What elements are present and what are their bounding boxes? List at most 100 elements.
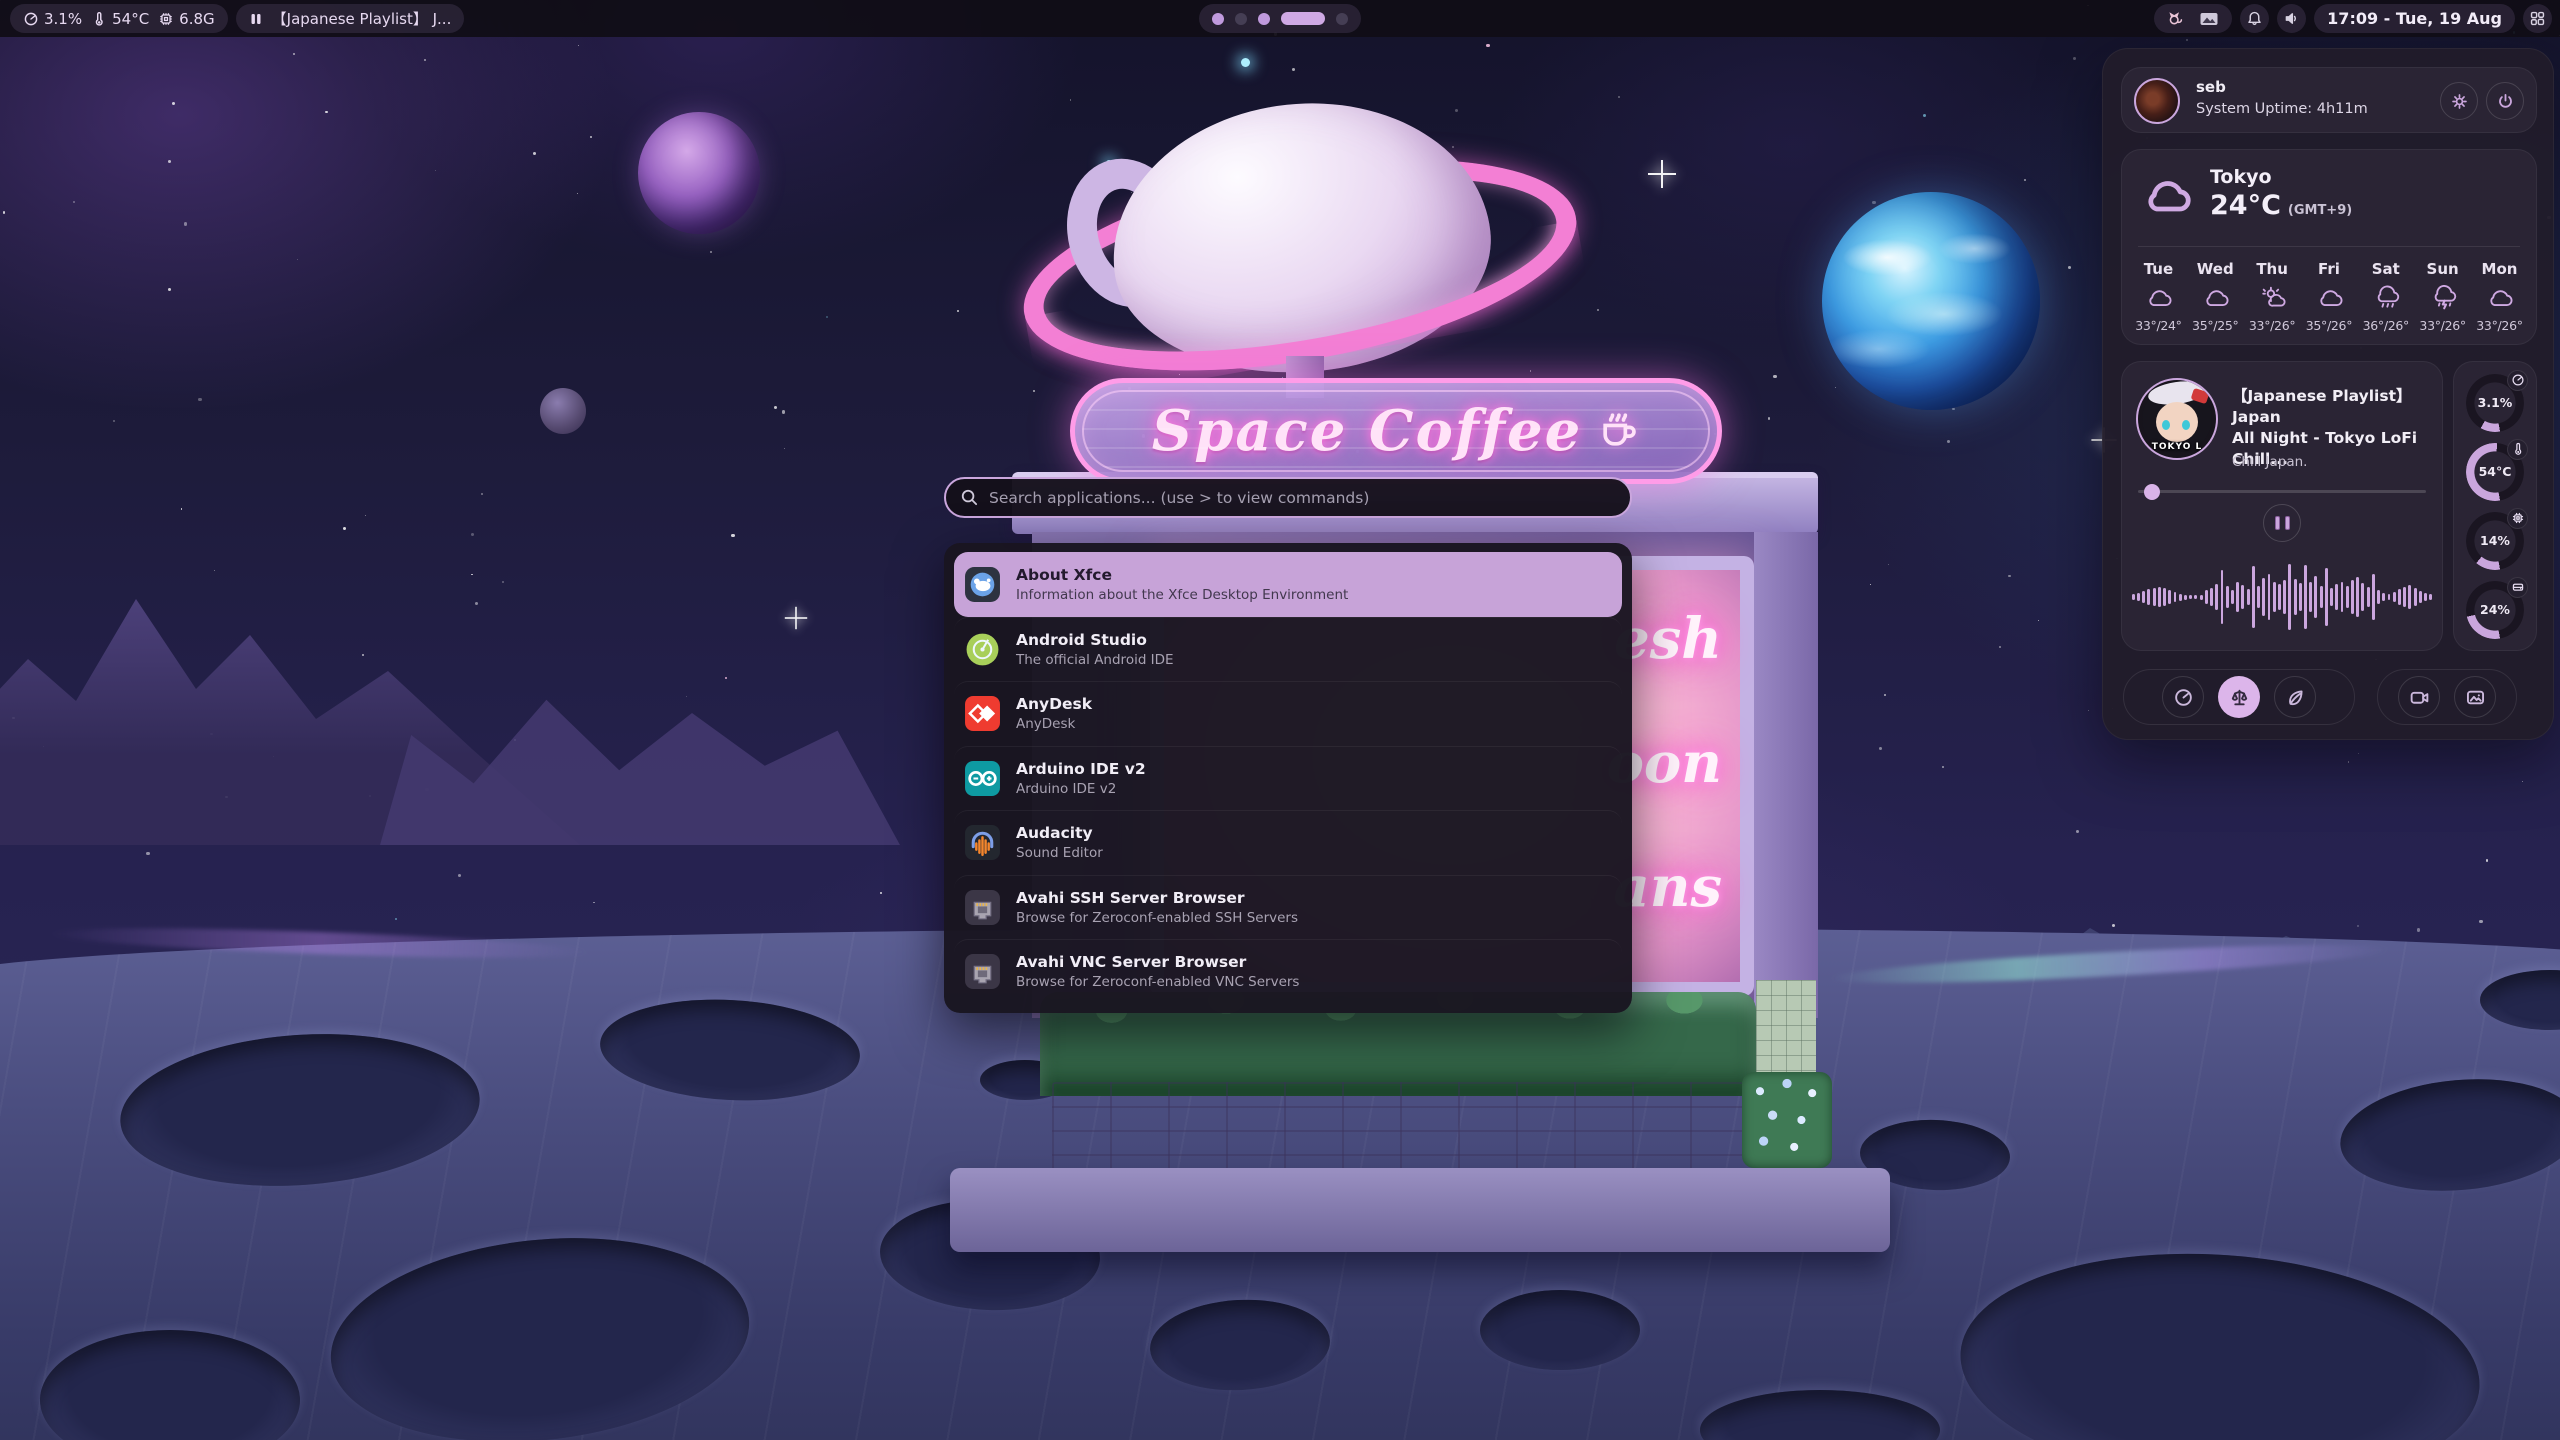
system-uptime: System Uptime: 4h11m [2196, 101, 2368, 117]
app-title: Audacity [1016, 824, 1103, 842]
power-button[interactable] [2486, 82, 2524, 120]
forecast-temps: 33°/26° [2419, 318, 2465, 333]
memory-stat: 6.8G [158, 10, 214, 28]
app-grid-icon [2529, 10, 2546, 27]
forecast-temps: 33°/24° [2135, 318, 2181, 333]
workspace-dot-4[interactable] [1281, 12, 1325, 25]
clock-label: 17:09 - Tue, 19 Aug [2327, 9, 2502, 28]
forecast-temps: 36°/26° [2363, 318, 2409, 333]
scales-button[interactable] [2218, 676, 2260, 718]
search-input[interactable] [989, 489, 1616, 507]
app-row-avahi-ssh-server-browser[interactable]: Avahi SSH Server Browser Browse for Zero… [954, 875, 1622, 940]
app-description: Information about the Xfce Desktop Envir… [1016, 587, 1348, 603]
space-coffee-sign: Space Coffee [1070, 378, 1722, 484]
progress-handle[interactable] [2144, 484, 2160, 500]
app-description: AnyDesk [1016, 716, 1092, 732]
app-row-arduino-ide-v2[interactable]: Arduino IDE v2 Arduino IDE v2 [954, 746, 1622, 811]
now-playing-label: 【Japanese Playlist】 J... [272, 8, 452, 29]
disk-icon [2507, 577, 2528, 598]
app-title: Avahi VNC Server Browser [1016, 953, 1299, 971]
app-row-anydesk[interactable]: AnyDesk AnyDesk [954, 681, 1622, 746]
system-gauges-card: 3.1% 54°C 14% 24% [2453, 361, 2537, 651]
app-description: Arduino IDE v2 [1016, 781, 1146, 797]
album-art[interactable]: TOKYO L [2136, 378, 2218, 460]
app-row-avahi-vnc-server-browser[interactable]: Avahi VNC Server Browser Browse for Zero… [954, 939, 1622, 1004]
progress-bar[interactable] [2138, 490, 2426, 493]
forecast-day-label: Thu [2256, 260, 2288, 278]
forecast-day-tue: Tue 33°/24° [2135, 256, 2181, 334]
forecast-temps: 33°/26° [2476, 318, 2522, 333]
forecast-day-label: Fri [2318, 260, 2340, 278]
volume-button[interactable] [2277, 4, 2306, 33]
system-stats-pill[interactable]: 3.1% 54°C 6.8G [10, 4, 228, 33]
temp-stat: 54°C [91, 10, 149, 28]
pet-cat-icon[interactable] [2167, 10, 2185, 28]
anydesk-app-icon [964, 695, 1001, 732]
cpu-stat: 3.1% [23, 10, 82, 28]
app-description: Sound Editor [1016, 845, 1103, 861]
workspace-dot-3[interactable] [1258, 13, 1270, 25]
capture-group [2377, 669, 2517, 725]
clock[interactable]: 17:09 - Tue, 19 Aug [2314, 4, 2515, 33]
user-name: seb [2196, 78, 2226, 96]
forecast-temps: 35°/26° [2306, 318, 2352, 333]
image-button[interactable] [2454, 676, 2496, 718]
sidebar-panel: seb System Uptime: 4h11m Tokyo 24°C(GMT+… [2102, 48, 2554, 740]
xfce-app-icon [964, 566, 1001, 603]
forecast-day-label: Mon [2482, 260, 2518, 278]
avahi-app-icon [964, 953, 1001, 990]
leaf-button[interactable] [2274, 676, 2316, 718]
workspace-dot-1[interactable] [1212, 13, 1224, 25]
speedometer-icon [23, 11, 39, 27]
thermometer-icon [91, 11, 107, 27]
scales-icon [2229, 687, 2250, 708]
settings-button[interactable] [2440, 82, 2478, 120]
shop-platform [950, 1168, 1890, 1252]
forecast-day-fri: Fri 35°/26° [2306, 256, 2352, 334]
gauge-thermometer: 54°C [2466, 443, 2524, 501]
notifications-button[interactable] [2240, 4, 2269, 33]
gauge-speedometer: 3.1% [2466, 374, 2524, 432]
pause-icon [249, 12, 263, 26]
gear-icon [2450, 92, 2469, 111]
cloud-weather-icon [2314, 285, 2344, 311]
pause-button[interactable] [2263, 504, 2301, 542]
android-app-icon [964, 631, 1001, 668]
forecast-day-sat: Sat 36°/26° [2363, 256, 2409, 334]
search-icon [960, 488, 979, 507]
app-row-about-xfce[interactable]: About Xfce Information about the Xfce De… [954, 552, 1622, 617]
music-player-card: TOKYO L 【Japanese Playlist】 Japan All Ni… [2121, 361, 2443, 651]
sign-text: Space Coffee [1152, 398, 1582, 464]
speedometer-icon [2507, 370, 2528, 391]
flower-box [1742, 1072, 1832, 1168]
workspace-indicator[interactable] [1199, 4, 1361, 33]
cloud-weather-icon [2143, 285, 2173, 311]
avatar[interactable] [2134, 78, 2180, 124]
forecast-temps: 35°/25° [2192, 318, 2238, 333]
videocam-button[interactable] [2398, 676, 2440, 718]
now-playing-pill[interactable]: 【Japanese Playlist】 J... [236, 4, 465, 33]
overview-button[interactable] [2523, 4, 2552, 33]
user-card: seb System Uptime: 4h11m [2121, 67, 2537, 133]
weather-timezone: (GMT+9) [2288, 203, 2352, 218]
weather-card: Tokyo 24°C(GMT+9) Tue 33°/24°Wed 35°/25°… [2121, 149, 2537, 345]
speedometer-button[interactable] [2162, 676, 2204, 718]
workspace-dot-5[interactable] [1336, 13, 1348, 25]
brick-planter [1052, 1082, 1744, 1174]
cloud-weather-icon [2200, 285, 2230, 311]
app-title: Android Studio [1016, 631, 1174, 649]
app-list: About Xfce Information about the Xfce De… [944, 543, 1632, 1013]
workspace-dot-2[interactable] [1235, 13, 1247, 25]
forecast-day-mon: Mon 33°/26° [2476, 256, 2522, 334]
top-panel: 3.1% 54°C 6.8G 【Japanese Playlist】 J... [0, 0, 2560, 37]
launcher-search [944, 477, 1632, 518]
app-row-android-studio[interactable]: Android Studio The official Android IDE [954, 617, 1622, 682]
wallpaper-icon[interactable] [2199, 10, 2219, 28]
forecast-temps: 33°/26° [2249, 318, 2295, 333]
coffee-cup-icon [1596, 409, 1640, 453]
thermometer-icon [2507, 439, 2528, 460]
tray-widgets-pill[interactable] [2154, 4, 2232, 33]
weather-forecast: Tue 33°/24°Wed 35°/25°Thu 33°/26°Fri 35°… [2130, 256, 2528, 334]
app-row-audacity[interactable]: Audacity Sound Editor [954, 810, 1622, 875]
audio-waveform [2132, 558, 2432, 636]
